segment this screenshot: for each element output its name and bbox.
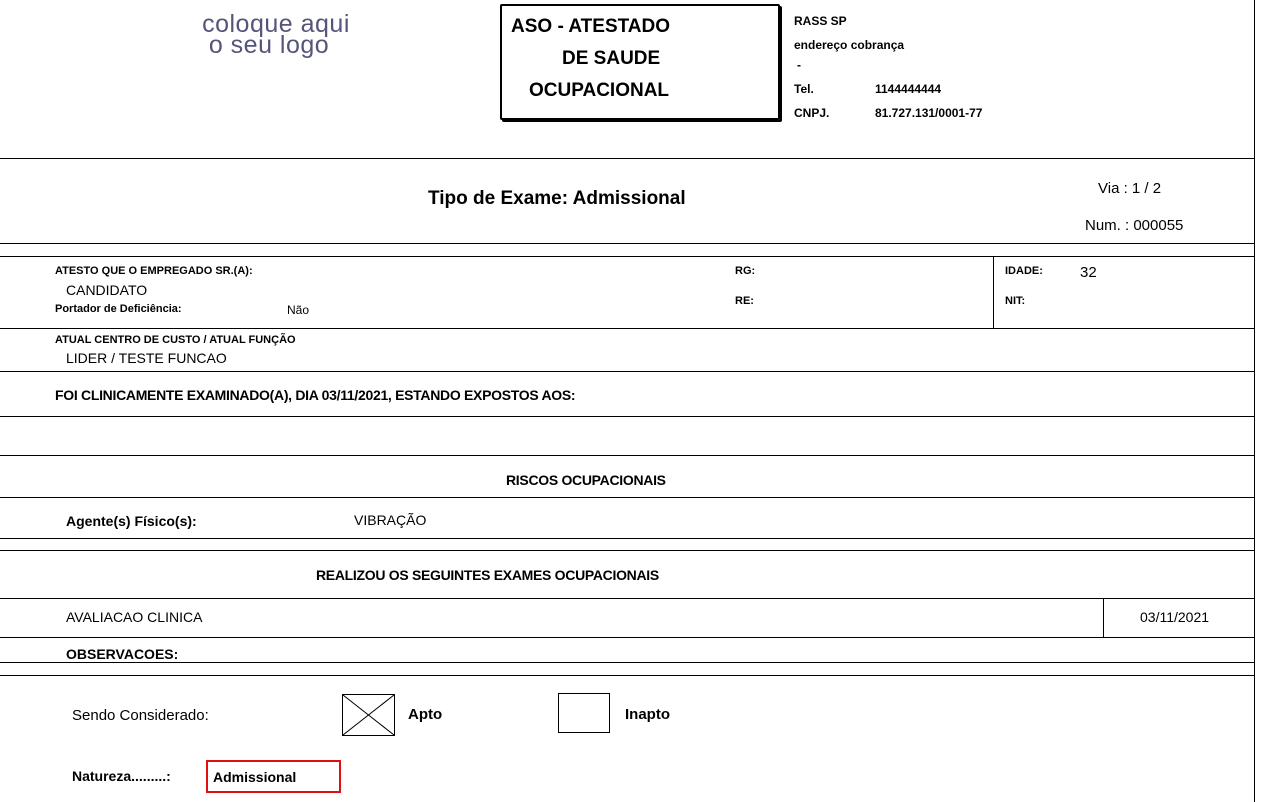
centro-custo-value: LIDER / TESTE FUNCAO bbox=[66, 350, 227, 366]
idade-value: 32 bbox=[1080, 264, 1097, 281]
divider bbox=[0, 416, 1255, 417]
apto-checkbox[interactable] bbox=[342, 694, 395, 736]
company-cnpj-value: 81.727.131/0001-77 bbox=[875, 106, 983, 120]
divider bbox=[0, 328, 1255, 329]
deficiencia-value: Não bbox=[287, 303, 310, 317]
divider bbox=[993, 256, 994, 328]
centro-custo-label: ATUAL CENTRO DE CUSTO / ATUAL FUNÇÃO bbox=[55, 334, 296, 346]
document-title-line-3: OCUPACIONAL bbox=[529, 80, 670, 101]
divider bbox=[0, 243, 1255, 244]
nit-label: NIT: bbox=[1005, 295, 1026, 307]
natureza-value: Admissional bbox=[213, 769, 297, 785]
divider bbox=[0, 158, 1255, 159]
exames-header: REALIZOU OS SEGUINTES EXAMES OCUPACIONAI… bbox=[316, 567, 659, 583]
document-title-line-1: ASO - ATESTADO bbox=[511, 16, 671, 37]
checked-x-icon bbox=[343, 695, 394, 735]
agente-fisico-value: VIBRAÇÃO bbox=[354, 512, 427, 528]
exam-number: Num. : 000055 bbox=[1085, 217, 1184, 234]
divider bbox=[0, 637, 1255, 638]
exam-item-name: AVALIACAO CLINICA bbox=[66, 609, 203, 625]
company-tel-label: Tel. bbox=[794, 82, 814, 96]
sendo-considerado-label: Sendo Considerado: bbox=[72, 707, 209, 724]
inapto-checkbox[interactable] bbox=[558, 693, 610, 733]
divider bbox=[0, 538, 1255, 539]
employee-name: CANDIDATO bbox=[66, 282, 148, 298]
exam-via: Via : 1 / 2 bbox=[1098, 180, 1162, 197]
examinado-statement: FOI CLINICAMENTE EXAMINADO(A), DIA 03/11… bbox=[55, 387, 576, 403]
page-right-border bbox=[1254, 0, 1255, 802]
exam-item-date: 03/11/2021 bbox=[1140, 609, 1210, 625]
logo-placeholder: coloque aqui o seu logo bbox=[156, 12, 396, 58]
logo-line-2: o seu logo bbox=[208, 31, 330, 59]
riscos-header: RISCOS OCUPACIONAIS bbox=[506, 472, 666, 488]
divider bbox=[1103, 598, 1104, 637]
inapto-label: Inapto bbox=[625, 706, 670, 723]
natureza-label: Natureza.........: bbox=[72, 768, 171, 784]
divider bbox=[0, 371, 1255, 372]
agente-fisico-label: Agente(s) Físico(s): bbox=[66, 513, 197, 529]
divider bbox=[0, 662, 1255, 663]
divider bbox=[0, 550, 1255, 551]
deficiencia-label: Portador de Deficiência: bbox=[55, 303, 182, 315]
divider bbox=[0, 598, 1255, 599]
rg-label: RG: bbox=[735, 265, 756, 277]
company-address-complement: - bbox=[797, 58, 801, 72]
re-label: RE: bbox=[735, 295, 754, 307]
atesto-label: ATESTO QUE O EMPREGADO SR.(A): bbox=[55, 265, 253, 277]
divider bbox=[0, 256, 1255, 257]
divider bbox=[0, 455, 1255, 456]
divider bbox=[0, 497, 1255, 498]
document-title-line-2: DE SAUDE bbox=[562, 48, 661, 69]
document-title-box: ASO - ATESTADO DE SAUDE OCUPACIONAL bbox=[500, 4, 780, 120]
company-address: endereço cobrança bbox=[794, 38, 905, 52]
company-cnpj-label: CNPJ. bbox=[794, 106, 830, 120]
idade-label: IDADE: bbox=[1005, 265, 1043, 277]
natureza-value-highlight: Admissional bbox=[206, 760, 341, 793]
observacoes-label: OBSERVACOES: bbox=[66, 646, 179, 662]
company-name: RASS SP bbox=[794, 14, 847, 28]
company-tel-value: 1144444444 bbox=[875, 82, 942, 96]
apto-label: Apto bbox=[408, 706, 443, 723]
divider bbox=[0, 675, 1255, 676]
exam-type: Tipo de Exame: Admissional bbox=[428, 188, 686, 209]
